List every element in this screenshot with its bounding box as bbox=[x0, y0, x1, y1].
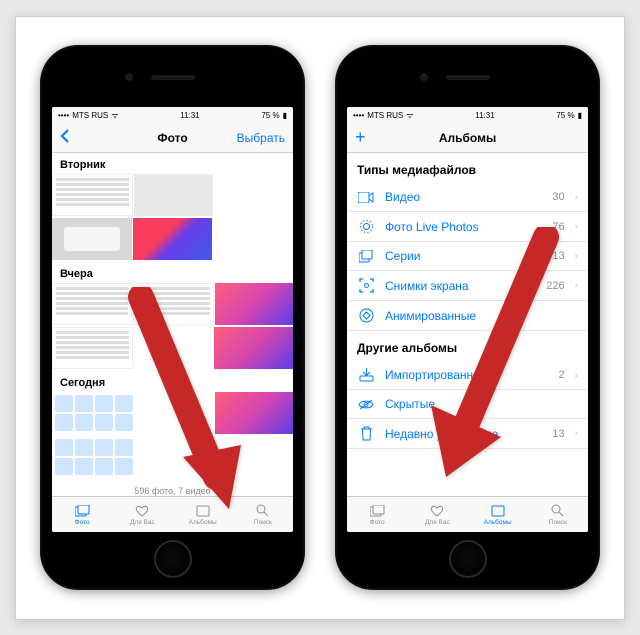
import-icon bbox=[357, 368, 375, 382]
photo-thumb[interactable] bbox=[134, 174, 213, 216]
photo-thumb[interactable] bbox=[213, 218, 293, 260]
photo-thumb[interactable] bbox=[52, 436, 136, 478]
photo-thumb[interactable] bbox=[52, 283, 132, 325]
chevron-right-icon: › bbox=[575, 370, 578, 381]
photos-content: Вторник Вчера bbox=[52, 153, 293, 496]
photos-icon bbox=[369, 504, 385, 518]
albums-icon bbox=[195, 504, 211, 518]
photo-thumb[interactable] bbox=[214, 327, 293, 369]
photo-thumb[interactable] bbox=[52, 327, 133, 369]
photo-thumb[interactable] bbox=[52, 392, 136, 434]
chevron-right-icon: › bbox=[575, 221, 578, 232]
animated-icon bbox=[357, 308, 375, 323]
list-item-recently-deleted[interactable]: Недавно удаленные 13 › bbox=[347, 419, 588, 449]
screenshots-icon bbox=[357, 278, 375, 293]
nav-bar: + Альбомы bbox=[347, 123, 588, 153]
photo-count-summary: 596 фото, 7 видео bbox=[52, 480, 293, 496]
hidden-icon bbox=[357, 399, 375, 410]
photos-icon bbox=[74, 504, 90, 518]
search-icon bbox=[255, 504, 271, 518]
chevron-right-icon: › bbox=[575, 280, 578, 291]
photo-thumb[interactable] bbox=[133, 283, 213, 325]
photo-thumb[interactable] bbox=[215, 283, 293, 325]
chevron-right-icon: › bbox=[575, 251, 578, 262]
section-tuesday: Вторник bbox=[52, 153, 293, 174]
list-item-livephotos[interactable]: Фото Live Photos 76 › bbox=[347, 212, 588, 242]
iphone-right: ••••MTS RUSᯤ 11:31 75 %▮ + Альбомы Типы … bbox=[335, 45, 600, 590]
trash-icon bbox=[357, 426, 375, 441]
status-time: 11:31 bbox=[475, 111, 494, 120]
photo-thumb[interactable] bbox=[52, 218, 132, 260]
media-types-header: Типы медиафайлов bbox=[347, 153, 588, 183]
bursts-icon bbox=[357, 250, 375, 263]
nav-title: Фото bbox=[157, 131, 187, 145]
tab-photos[interactable]: Фото bbox=[347, 497, 407, 532]
other-albums-header: Другие альбомы bbox=[347, 331, 588, 361]
list-item-animated[interactable]: Анимированные bbox=[347, 301, 588, 331]
livephotos-icon bbox=[357, 219, 375, 234]
back-button[interactable] bbox=[60, 129, 70, 146]
video-icon bbox=[357, 192, 375, 203]
iphone-left: ••••MTS RUSᯤ 11:31 75 %▮ Фото Выбрать Вт… bbox=[40, 45, 305, 590]
albums-content: Типы медиафайлов Видео 30 › Фото Live Ph… bbox=[347, 153, 588, 496]
list-item-hidden[interactable]: Скрытые bbox=[347, 390, 588, 419]
home-button[interactable] bbox=[154, 540, 192, 578]
status-bar: ••••MTS RUSᯤ 11:31 75 %▮ bbox=[52, 107, 293, 123]
chevron-right-icon: › bbox=[575, 428, 578, 439]
photo-thumb[interactable] bbox=[214, 174, 293, 216]
tab-foryou[interactable]: Для Вас bbox=[407, 497, 467, 532]
tab-albums[interactable]: Альбомы bbox=[173, 497, 233, 532]
photo-thumb[interactable] bbox=[137, 392, 215, 434]
photo-thumb[interactable] bbox=[134, 327, 213, 369]
tab-foryou[interactable]: Для Вас bbox=[112, 497, 172, 532]
foryou-icon bbox=[429, 504, 445, 518]
home-button[interactable] bbox=[449, 540, 487, 578]
albums-icon bbox=[490, 504, 506, 518]
list-item-screenshots[interactable]: Снимки экрана 226 › bbox=[347, 271, 588, 301]
section-today: Сегодня bbox=[52, 371, 293, 392]
tab-albums[interactable]: Альбомы bbox=[468, 497, 528, 532]
select-button[interactable]: Выбрать bbox=[237, 131, 285, 145]
nav-title: Альбомы bbox=[439, 131, 496, 145]
list-item-bursts[interactable]: Серии 13 › bbox=[347, 242, 588, 271]
photo-thumb[interactable] bbox=[215, 392, 293, 434]
chevron-right-icon: › bbox=[575, 192, 578, 203]
status-time: 11:31 bbox=[180, 111, 199, 120]
section-yesterday: Вчера bbox=[52, 262, 293, 283]
tab-bar: Фото Для Вас Альбомы Поиск bbox=[52, 496, 293, 532]
tab-search[interactable]: Поиск bbox=[233, 497, 293, 532]
add-button[interactable]: + bbox=[355, 127, 366, 148]
foryou-icon bbox=[134, 504, 150, 518]
tab-search[interactable]: Поиск bbox=[528, 497, 588, 532]
photo-thumb[interactable] bbox=[133, 218, 213, 260]
search-icon bbox=[550, 504, 566, 518]
nav-bar: Фото Выбрать bbox=[52, 123, 293, 153]
list-item-imports[interactable]: Импортированные 2 › bbox=[347, 361, 588, 390]
photo-thumb[interactable] bbox=[52, 174, 133, 216]
tab-bar: Фото Для Вас Альбомы Поиск bbox=[347, 496, 588, 532]
status-bar: ••••MTS RUSᯤ 11:31 75 %▮ bbox=[347, 107, 588, 123]
list-item-video[interactable]: Видео 30 › bbox=[347, 183, 588, 212]
tab-photos[interactable]: Фото bbox=[52, 497, 112, 532]
